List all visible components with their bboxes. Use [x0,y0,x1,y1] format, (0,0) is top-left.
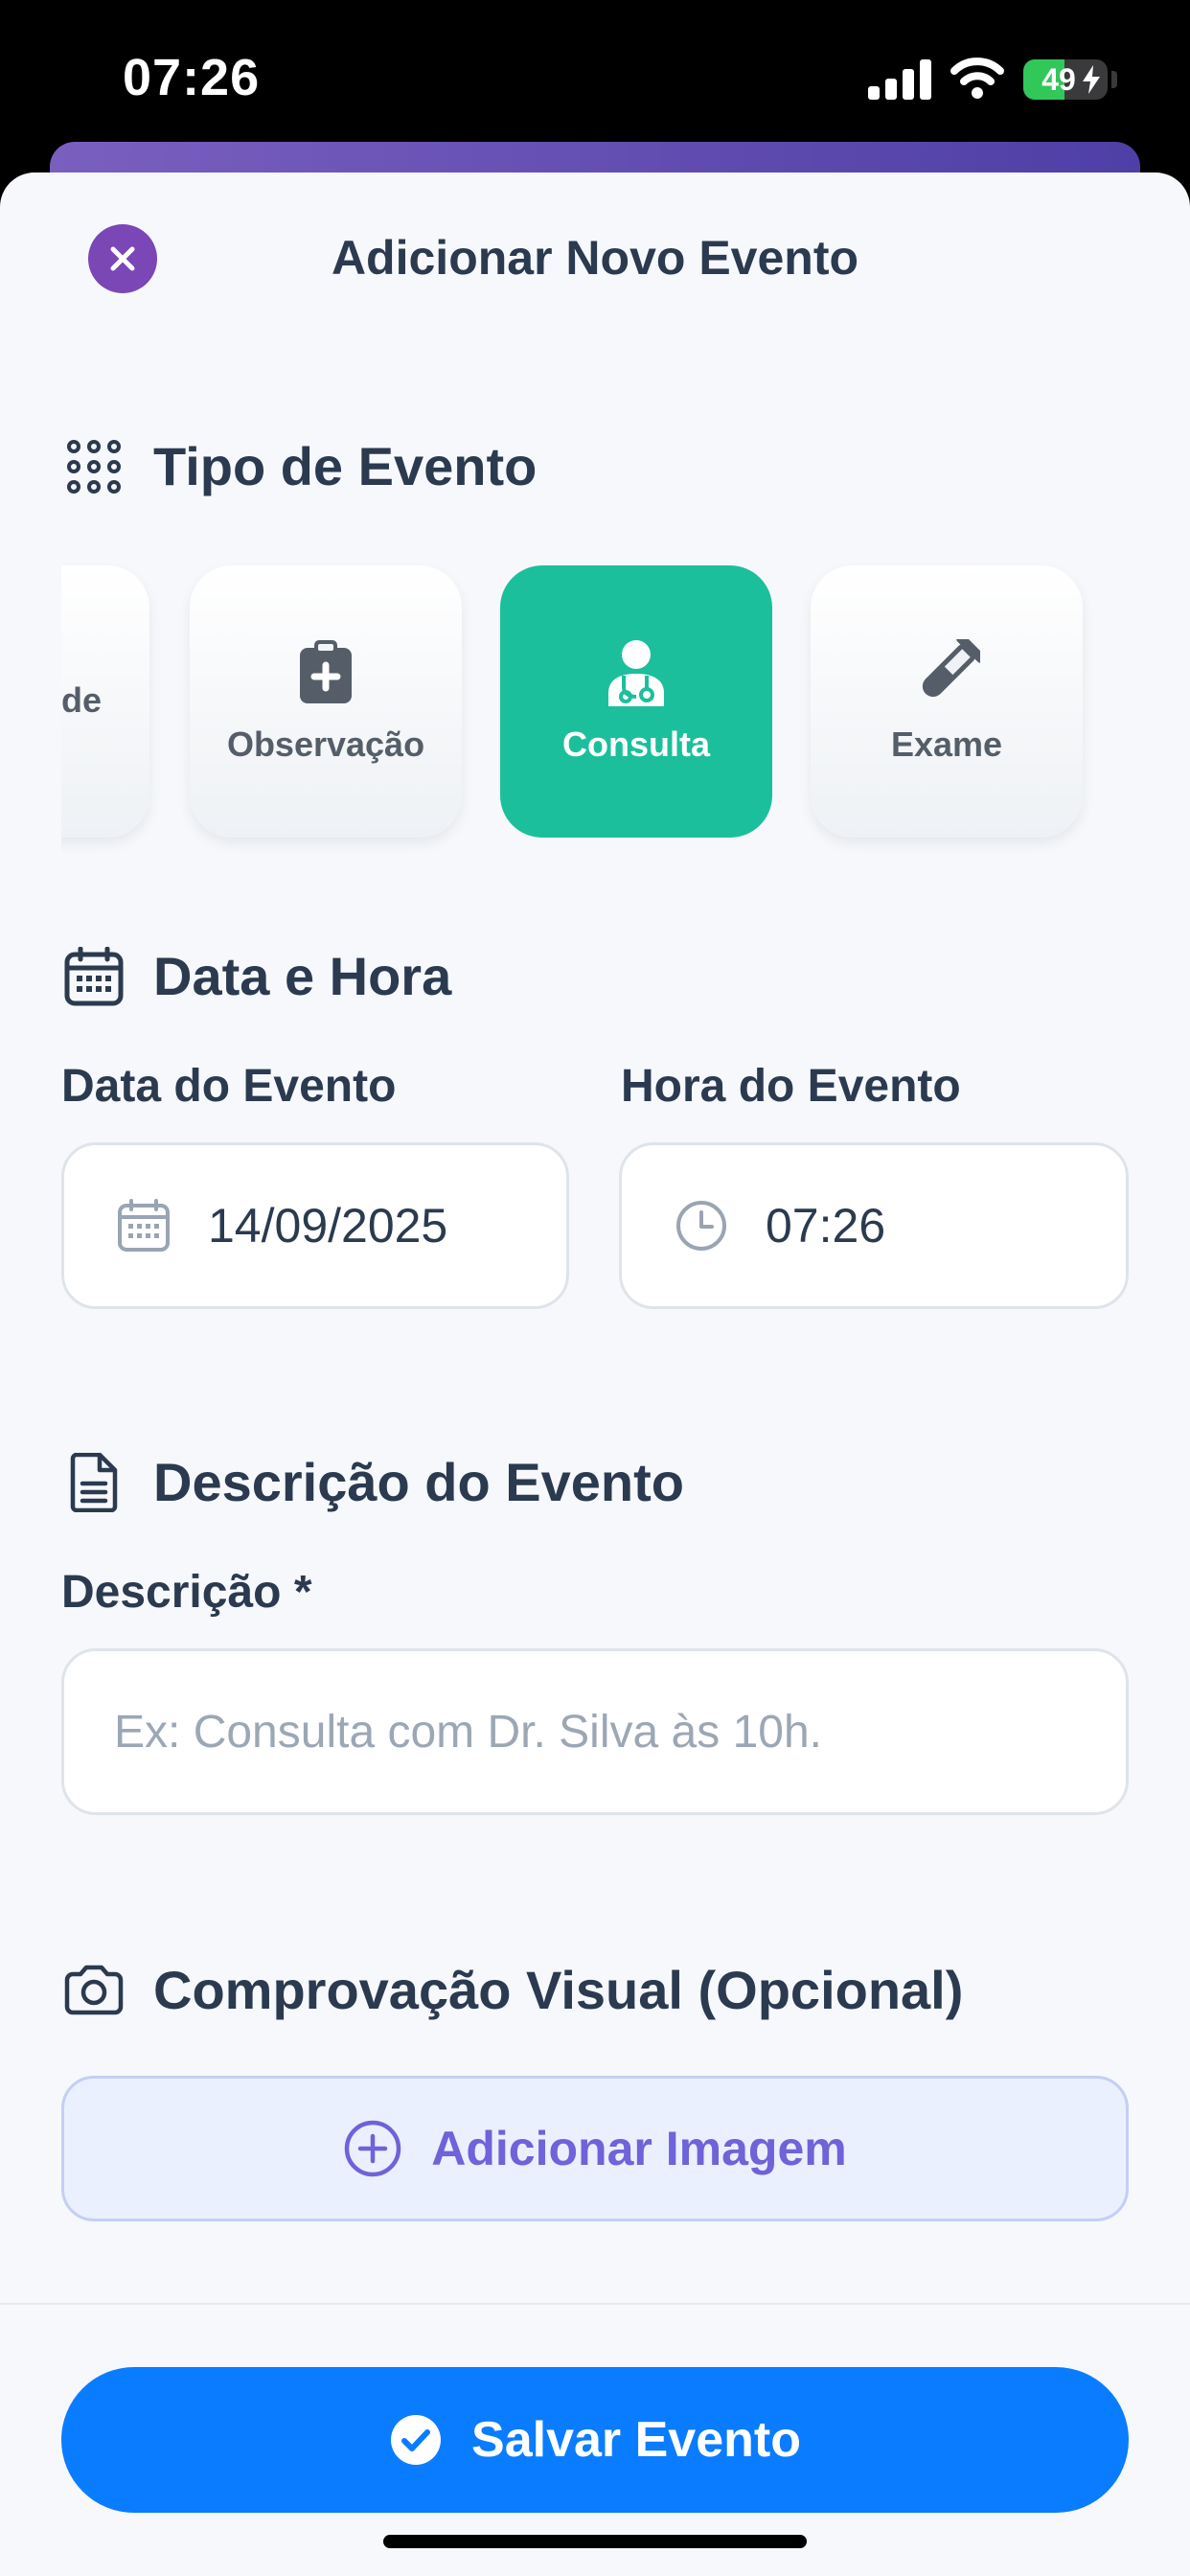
sheet-title: Adicionar Novo Evento [331,231,859,285]
clipboard-plus-icon [291,638,360,707]
description-input[interactable]: Ex: Consulta com Dr. Silva às 10h. [61,1648,1129,1815]
save-event-label: Salvar Evento [471,2412,801,2468]
description-header: Descrição do Evento [63,1451,684,1513]
grid-dots-icon [63,436,125,497]
date-value: 14/09/2025 [208,1199,448,1253]
partial-card-label: de [61,680,103,720]
add-image-label: Adicionar Imagem [431,2122,847,2175]
time-value: 07:26 [766,1199,886,1253]
event-type-consulta[interactable]: Consulta [500,565,772,838]
event-type-exame[interactable]: Exame [811,565,1083,838]
time-label: Hora do Evento [621,1061,961,1112]
charging-bolt-icon [1083,65,1100,94]
calendar-icon [63,946,125,1007]
datetime-header: Data e Hora [63,945,451,1007]
plus-circle-icon [345,2120,401,2177]
save-event-button[interactable]: Salvar Evento [61,2367,1129,2513]
event-type-label: Observação [226,724,425,764]
battery-tip [1111,71,1117,88]
event-type-title: Tipo de Evento [153,436,538,496]
time-field[interactable]: 07:26 [619,1142,1129,1309]
date-field[interactable]: 14/09/2025 [61,1142,569,1309]
battery-icon: 49 [1023,59,1108,100]
event-type-header: Tipo de Evento [63,435,537,497]
wifi-icon [950,58,1004,99]
footer-divider [0,2303,1190,2305]
clock-icon [672,1196,731,1255]
date-label: Data do Evento [61,1061,397,1112]
document-icon [63,1452,125,1513]
check-circle-icon [391,2415,442,2465]
event-type-carousel[interactable]: de Observação Consulta Exame [61,562,1144,859]
description-placeholder: Ex: Consulta com Dr. Silva às 10h. [114,1706,822,1758]
description-label: Descrição * [61,1567,312,1618]
calendar-icon [114,1196,173,1255]
add-event-sheet: Adicionar Novo Evento Tipo de Evento de [0,172,1190,2576]
description-title: Descrição do Evento [153,1452,684,1512]
add-image-button[interactable]: Adicionar Imagem [61,2076,1129,2221]
camera-icon [63,1960,125,2021]
doctor-icon [602,638,671,707]
event-type-label: Exame [890,724,1003,764]
home-indicator[interactable] [383,2535,807,2548]
visual-proof-title: Comprovação Visual (Opcional) [153,1960,964,2020]
test-tube-icon [912,638,981,707]
status-time: 07:26 [123,49,261,106]
event-type-label: Consulta [561,724,710,764]
cellular-signal-icon [868,59,931,100]
status-bar: 07:26 49 [0,0,1190,144]
datetime-title: Data e Hora [153,946,452,1006]
visual-proof-header: Comprovação Visual (Opcional) [63,1959,963,2021]
event-type-observacao[interactable]: Observação [190,565,462,838]
